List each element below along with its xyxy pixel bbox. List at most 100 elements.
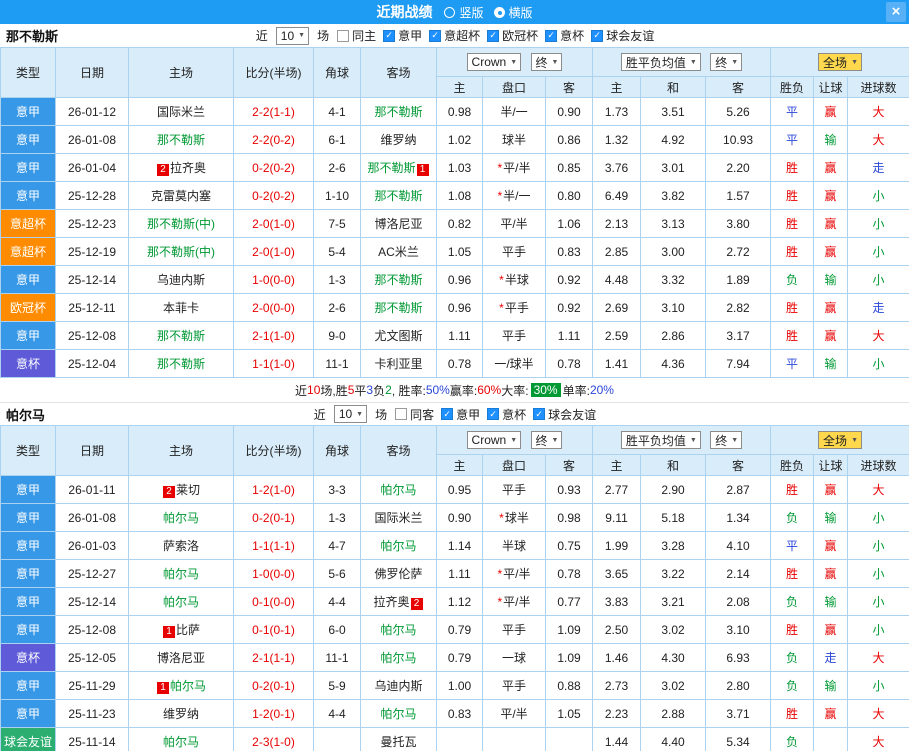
col-asia-away: 客 [544,76,594,98]
avg-odds-select[interactable]: 胜平负均值 ▼ [620,53,701,71]
view-mode-radio[interactable]: 横版 [493,4,533,21]
team-cell: 佛罗伦萨 [360,559,437,588]
chevron-down-icon: ▼ [510,58,518,66]
handicap-text: 平/半 [503,161,531,175]
league-filter-checkbox[interactable]: 同主 [337,27,376,44]
scope-select[interactable]: 全场 ▼ [818,53,862,71]
col-result: 胜负 [770,76,815,98]
match-row: 意甲 25-12-14 乌迪内斯 1-0(0-0) 1-3 那不勒斯 0.96 *半球 0.92… [0,265,909,294]
team-name-text: 那不勒斯 [156,133,205,147]
eu-away-odds-cell: 3.10 [705,615,772,644]
near-count-select[interactable]: 10 ▼ [333,405,368,423]
handicap-result-cell: 输 [813,125,849,154]
handicap-cell: 一/球半 [482,349,546,378]
league-filter-checkbox[interactable]: ✓ 球会友谊 [533,406,596,423]
view-mode-radio[interactable]: 竖版 [444,4,484,21]
col-eu-draw: 和 [640,454,707,476]
asia-home-odds-cell: 1.11 [436,559,483,588]
handicap-text: 平手 [501,245,526,259]
final-odds-select[interactable]: 终 ▼ [710,431,743,449]
col-eu-away: 客 [705,454,772,476]
recent-results-panel: 近期战绩 竖版 横版 × 那不勒斯 近 10 ▼ 场同主 ✓ 意甲 ✓ 意超杯 ✓ 欧冠杯 ✓ 意杯 ✓ 球… [0,0,909,751]
checkbox-label: 意甲 [456,407,481,422]
corner-cell: 2-6 [313,293,361,322]
team-name-text: 莱切 [175,483,200,497]
near-count-select[interactable]: 10 ▼ [275,26,310,45]
result-cell: 负 [770,643,815,672]
handicap-result-cell: 赢 [813,321,849,350]
team-name-text: 克雷莫内塞 [150,189,211,203]
team-name-text: 帕尔马 [162,735,199,749]
panel-title: 近期战绩 [376,4,433,20]
handicap-result-cell: 赢 [813,475,849,504]
final-odds-select[interactable]: 终 ▼ [530,431,563,449]
team-name-text: 帕尔马 [380,483,417,497]
result-cell: 胜 [770,209,815,238]
league-filter-checkbox[interactable]: ✓ 意超杯 [429,27,480,44]
asia-away-odds-cell: 0.88 [544,671,594,700]
match-row: 意甲 26-01-12 国际米兰 2-2(1-1) 4-1 那不勒斯 0.98 半/一 0.90… [0,97,909,126]
avg-odds-select[interactable]: 胜平负均值 ▼ [620,431,701,449]
team-name-text: 乌迪内斯 [374,679,423,693]
final-odds-select[interactable]: 终 ▼ [710,53,743,71]
league-filter-checkbox[interactable]: ✓ 欧冠杯 [487,27,538,44]
parma-section: 帕尔马 近 10 ▼ 场同客 ✓ 意甲 ✓ 意杯 ✓ 球会友谊 类型 日期 主场 比分(半场) 角… [0,402,909,751]
summary-part: 负 [373,383,386,398]
stats-summary: 近 10 场,胜 5 平 3 负 2, 胜率: 50% 赢率: 60% 大率: 30% 单率: 20% [0,378,909,402]
date-cell: 25-12-14 [55,265,129,294]
near-label: 近 [313,407,326,422]
asia-home-odds-cell: 0.90 [436,503,483,532]
team-cell: 卡利亚里 [360,349,437,378]
goals-result-cell: 小 [847,559,909,588]
date-cell: 26-01-03 [55,531,129,560]
league-type-cell: 意甲 [0,559,56,588]
summary-part: 2 [385,383,392,397]
league-filter-checkbox[interactable]: ✓ 意杯 [487,406,526,423]
league-filter-checkbox[interactable]: ✓ 意甲 [383,27,422,44]
league-filter-checkbox[interactable]: 同客 [395,406,434,423]
league-filter-checkbox[interactable]: ✓ 意杯 [545,27,584,44]
asia-home-odds-cell: 1.12 [436,587,483,616]
checkbox-label: 球会友谊 [548,407,597,422]
scope-select[interactable]: 全场 ▼ [818,431,862,449]
score-cell: 2-2(1-1) [233,97,314,126]
final-odds-select[interactable]: 终 ▼ [530,53,563,71]
date-cell: 26-01-12 [55,97,129,126]
summary-part: 20% [589,383,614,397]
team-name-text: 帕尔马 [380,707,417,721]
col-date: 日期 [55,425,129,476]
chevron-down-icon: ▼ [510,436,518,444]
team-cell: 帕尔马 [128,587,234,616]
bookmaker-select[interactable]: Crown ▼ [466,431,522,449]
bookmaker-select[interactable]: Crown ▼ [466,53,522,71]
league-type-cell: 球会友谊 [0,727,56,751]
score-cell: 1-0(0-0) [233,265,314,294]
handicap-cell: 半球 [482,531,546,560]
radio-icon [444,6,456,18]
eu-draw-odds-cell: 3.51 [640,97,707,126]
score-cell: 1-1(1-1) [233,531,314,560]
close-button[interactable]: × [886,2,906,22]
team-cell: 那不勒斯(中) [128,237,234,266]
league-type-cell: 意甲 [0,531,56,560]
league-filter-checkbox[interactable]: ✓ 意甲 [441,406,480,423]
summary-part: 近 [295,383,308,398]
checkbox-label: 意甲 [398,29,423,43]
asia-away-odds-cell: 1.09 [544,615,594,644]
eu-away-odds-cell: 2.80 [705,671,772,700]
team-cell: 帕尔马 [360,475,437,504]
eu-home-odds-cell: 6.49 [592,181,642,210]
col-corner: 角球 [313,47,361,98]
summary-part: 60% [477,383,502,397]
score-cell: 1-2(1-0) [233,475,314,504]
corner-cell: 5-4 [313,237,361,266]
team-name-text: 那不勒斯 [367,161,416,175]
league-type-cell: 意杯 [0,643,56,672]
team-name-text: 拉齐奥 [169,161,206,175]
league-filter-checkbox[interactable]: ✓ 球会友谊 [591,27,654,44]
col-goals: 进球数 [847,454,909,476]
eu-draw-odds-cell: 3.02 [640,615,707,644]
corner-cell: 1-3 [313,265,361,294]
corner-cell: 5-9 [313,671,361,700]
handicap-cell: 平/半 [482,699,546,728]
